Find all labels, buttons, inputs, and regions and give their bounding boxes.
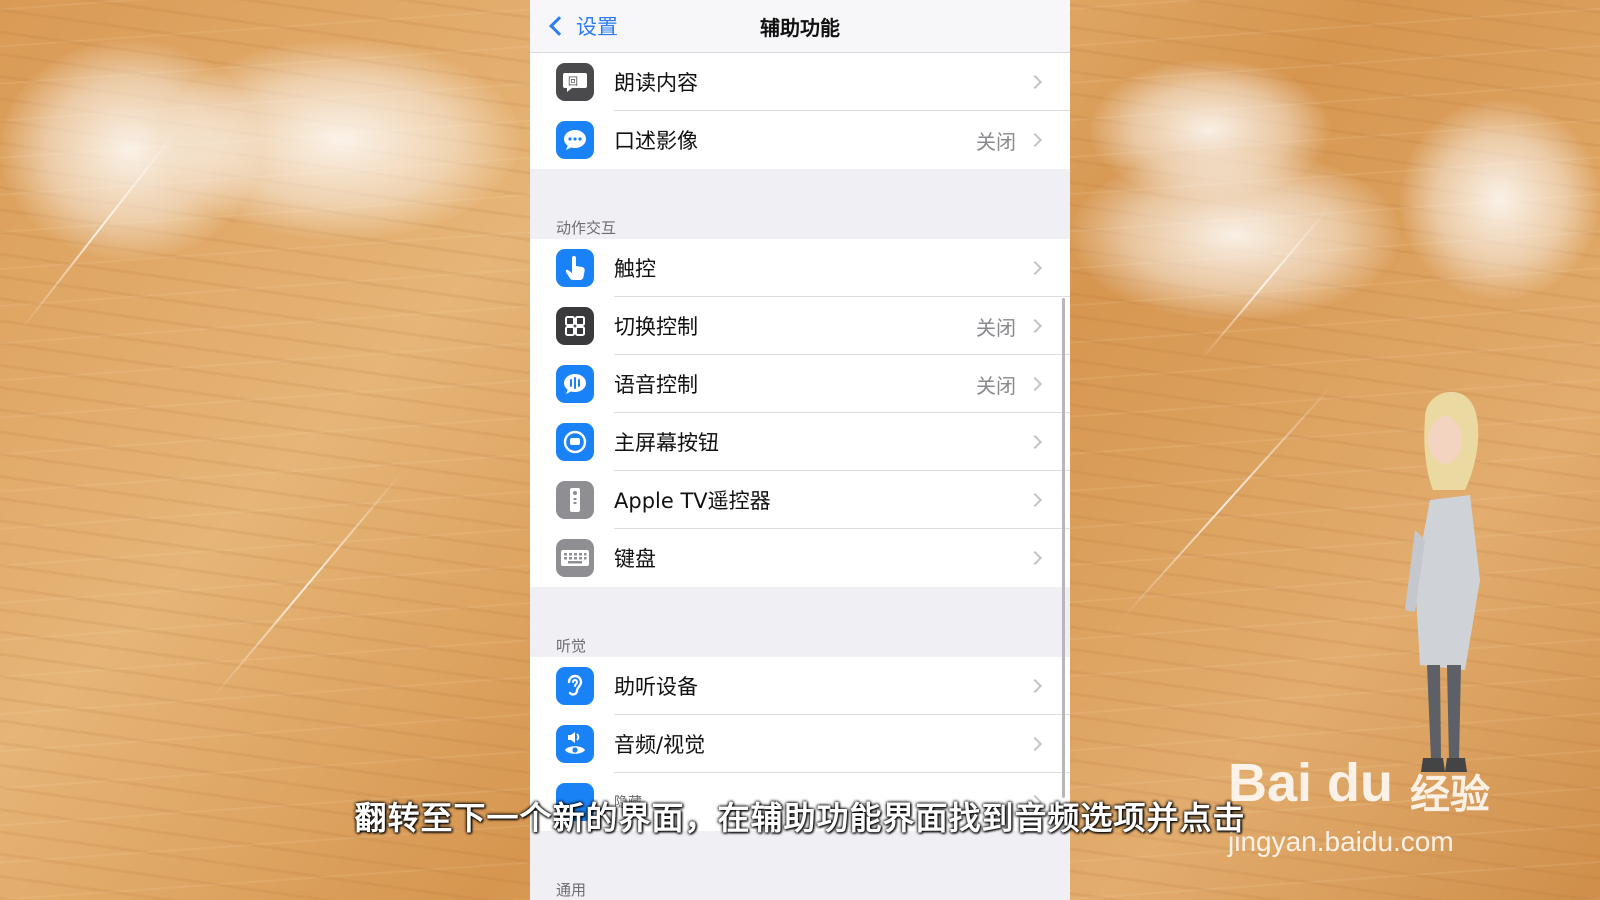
row-apple-tv-remote[interactable]: Apple TV遥控器 — [530, 471, 1070, 529]
row-label: 口述影像 — [614, 129, 698, 153]
cloud-decoration — [1070, 150, 1400, 320]
svg-text:回: 回 — [568, 76, 578, 88]
cartoon-woman-figure — [1405, 391, 1480, 772]
row-label: 助听设备 — [614, 675, 698, 699]
row-voice-control[interactable]: 语音控制 关闭 — [530, 355, 1070, 413]
hand-pointer-icon — [556, 249, 594, 287]
row-label: 主屏幕按钮 — [614, 431, 719, 455]
chevron-right-icon — [1027, 492, 1043, 508]
row-audio-visual[interactable]: 音频/视觉 — [530, 715, 1070, 773]
row-value: 关闭 — [976, 129, 1016, 154]
chevron-right-icon — [1027, 678, 1043, 694]
row-label: 朗读内容 — [614, 71, 698, 95]
chevron-right-icon — [1027, 434, 1043, 450]
row-speak-content[interactable]: 回 朗读内容 — [530, 53, 1070, 111]
accessibility-settings-screen: 设置 辅助功能 回 朗读内容 口述影像 关闭 动作交互 触控 切换控制 关闭 语… — [530, 0, 1070, 900]
chevron-right-icon — [1027, 550, 1043, 566]
chevron-right-icon — [1027, 736, 1043, 752]
grid-icon — [556, 307, 594, 345]
back-button[interactable]: 设置 — [546, 0, 618, 52]
row-touch[interactable]: 触控 — [530, 239, 1070, 297]
row-value: 关闭 — [976, 373, 1016, 398]
chat-bubble-icon — [556, 121, 594, 159]
row-home-button[interactable]: 主屏幕按钮 — [530, 413, 1070, 471]
section-header-general: 通用 — [556, 881, 587, 899]
row-label: 音频/视觉 — [614, 733, 706, 757]
navigation-bar: 设置 辅助功能 — [530, 0, 1070, 53]
cloud-decoration — [1400, 100, 1600, 300]
chevron-right-icon — [1027, 318, 1043, 334]
scrollbar[interactable] — [1062, 298, 1065, 798]
row-hearing-devices[interactable]: 助听设备 — [530, 657, 1070, 715]
row-label: 键盘 — [614, 547, 656, 571]
row-label: 触控 — [614, 257, 656, 281]
row-label: Apple TV遥控器 — [614, 489, 771, 513]
keyboard-icon — [556, 539, 594, 577]
chevron-right-icon — [1027, 132, 1043, 148]
remote-icon — [556, 481, 594, 519]
row-audio-description[interactable]: 口述影像 关闭 — [530, 111, 1070, 169]
row-value: 关闭 — [976, 315, 1016, 340]
chevron-left-icon — [549, 16, 569, 36]
page-title: 辅助功能 — [760, 15, 840, 40]
row-label: 语音控制 — [614, 373, 698, 397]
row-label: 切换控制 — [614, 315, 698, 339]
back-label: 设置 — [576, 15, 618, 39]
chevron-right-icon — [1027, 74, 1043, 90]
settings-group-interaction: 触控 切换控制 关闭 语音控制 关闭 主屏幕按钮 Apple TV遥控器 键盘 — [530, 239, 1070, 587]
ear-icon — [556, 667, 594, 705]
speech-bubble-icon: 回 — [556, 63, 594, 101]
cloud-decoration — [0, 40, 260, 260]
voice-bubble-icon — [556, 365, 594, 403]
row-switch-control[interactable]: 切换控制 关闭 — [530, 297, 1070, 355]
speaker-eye-icon — [556, 725, 594, 763]
chevron-right-icon — [1027, 260, 1043, 276]
chevron-right-icon — [1027, 376, 1043, 392]
home-button-icon — [556, 423, 594, 461]
video-subtitle: 翻转至下一个新的界面，在辅助功能界面找到音频选项并点击 — [354, 799, 1246, 837]
settings-group-vision: 回 朗读内容 口述影像 关闭 — [530, 53, 1070, 169]
row-keyboard[interactable]: 键盘 — [530, 529, 1070, 587]
section-header-interaction: 动作交互 — [556, 219, 617, 237]
section-header-hearing: 听觉 — [556, 637, 587, 655]
